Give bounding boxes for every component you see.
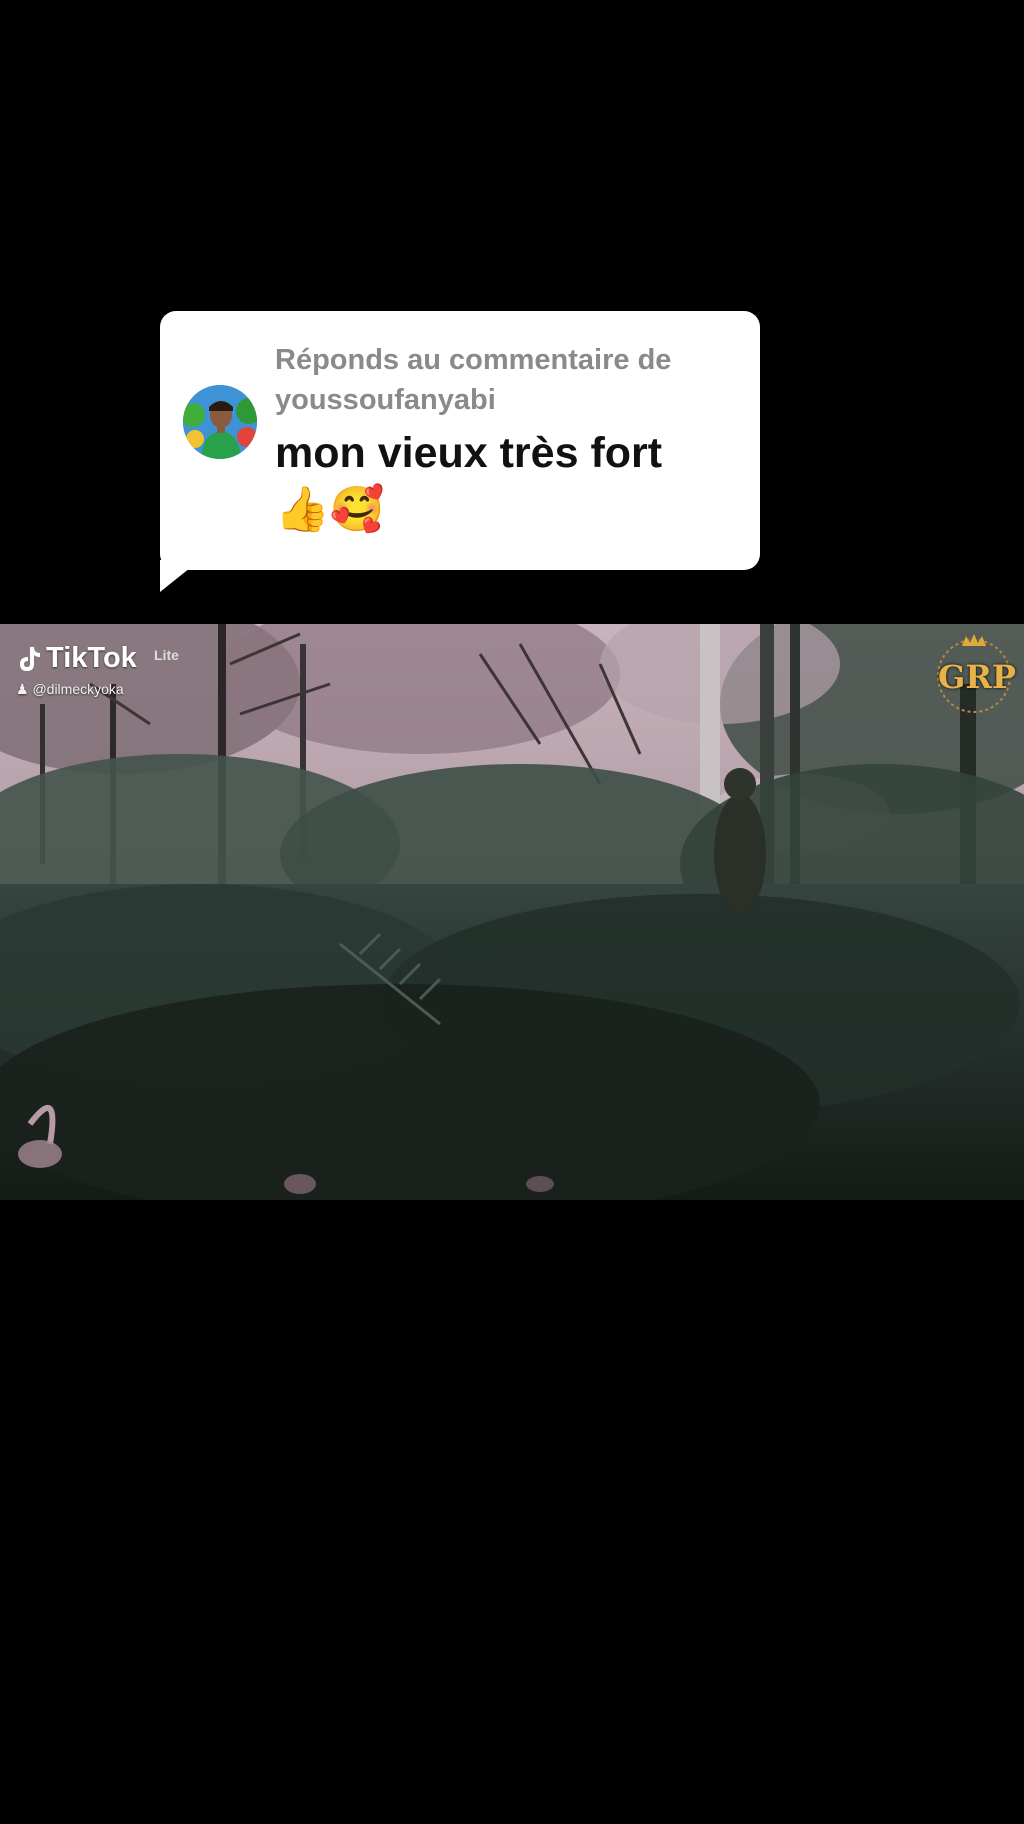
tiktok-watermark: TikTok [16,642,137,675]
tiktok-handle: ♟ @dilmeckyoka [16,681,124,698]
tiktok-brand-text: TikTok [46,642,137,674]
user-icon: ♟ [16,681,29,697]
grp-badge-text: GRP [938,658,1016,696]
reply-emojis: 👍🥰 [275,484,385,535]
tiktok-handle-text: @dilmeckyoka [32,681,124,697]
video-frame[interactable] [0,624,1024,1200]
user-avatar-icon [183,385,257,459]
commenter-avatar[interactable] [183,385,257,459]
tiktok-note-icon [20,646,40,671]
forest-scene [0,624,1024,1200]
reply-comment-text: mon vieux très fort [275,429,663,477]
tiktok-lite-label: Lite [154,647,179,663]
video-screen[interactable]: Réponds au commentaire de youssoufanyabi… [0,0,1024,1824]
reply-header-text: Réponds au commentaire de youssoufanyabi [275,344,672,416]
bubble-tail [160,560,200,592]
